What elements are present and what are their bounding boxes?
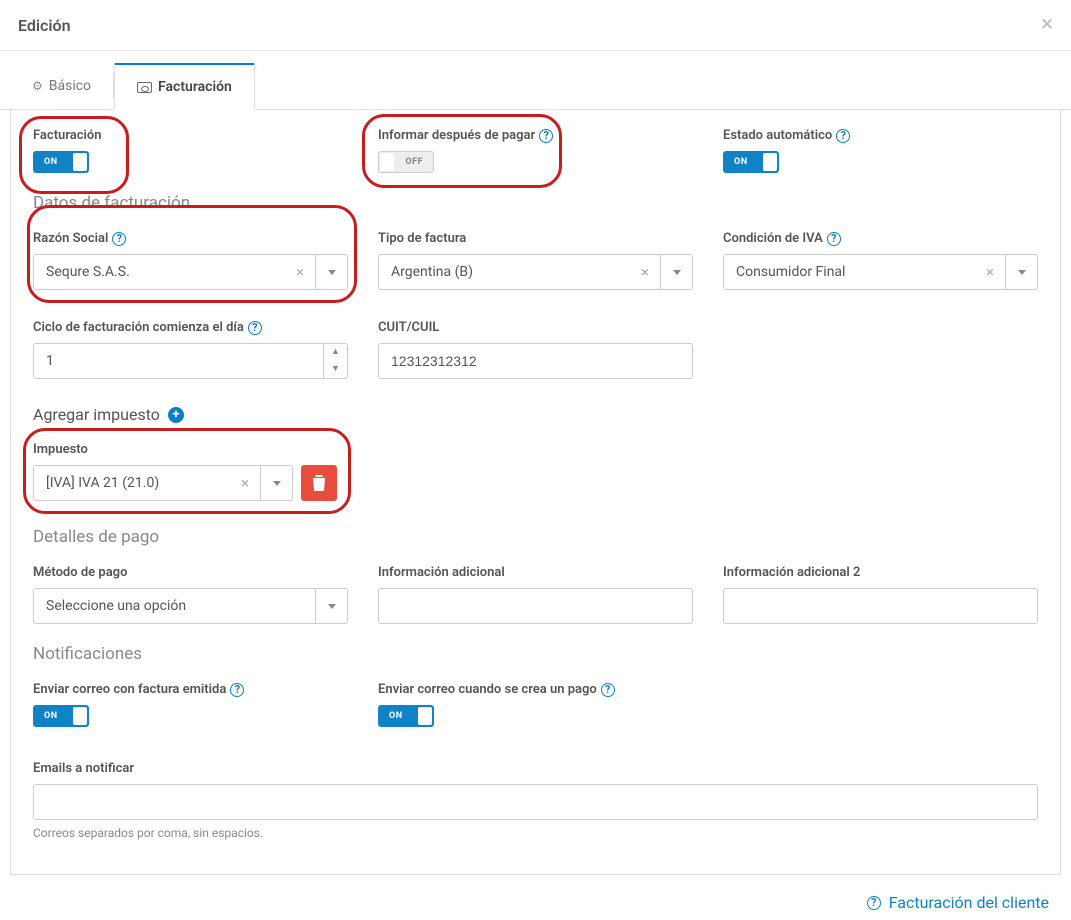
cond-iva-label-text: Condición de IVA — [723, 231, 823, 246]
inform-toggle-label: Informar después de pagar — [378, 128, 693, 143]
ciclo-label-text: Ciclo de facturación comienza el día — [33, 320, 244, 335]
ciclo-stepper[interactable]: 1 — [33, 343, 348, 379]
tab-billing[interactable]: Facturación — [114, 63, 255, 110]
tabs: Básico Facturación — [0, 63, 1071, 110]
chevron-down-icon[interactable] — [1005, 255, 1037, 289]
clear-icon[interactable]: × — [975, 263, 1005, 281]
chevron-down-icon[interactable] — [260, 466, 292, 500]
clear-icon[interactable]: × — [630, 263, 660, 281]
section-notifications: Notificaciones — [33, 644, 1038, 664]
info1-label: Información adicional — [378, 565, 693, 580]
help-icon[interactable] — [230, 683, 244, 697]
emails-label: Emails a notificar — [33, 761, 1038, 776]
plus-circle-icon[interactable] — [168, 407, 184, 423]
cond-iva-value: Consumidor Final — [724, 264, 975, 280]
chevron-down-icon[interactable] — [315, 255, 347, 289]
info1-input[interactable] — [378, 588, 693, 624]
impuesto-value: [IVA] IVA 21 (21.0) — [34, 475, 230, 491]
send-invoice-mail-label-text: Enviar correo con factura emitida — [33, 682, 226, 697]
help-icon[interactable] — [867, 896, 881, 910]
tab-basic-label: Básico — [49, 78, 91, 94]
auto-state-label: Estado automático — [723, 128, 1038, 143]
help-icon[interactable] — [827, 232, 841, 246]
trash-icon — [312, 475, 326, 491]
info2-input[interactable] — [723, 588, 1038, 624]
section-payment-details: Detalles de pago — [33, 527, 1038, 547]
emails-input[interactable] — [33, 784, 1038, 820]
tipo-factura-value: Argentina (B) — [379, 264, 630, 280]
auto-state-label-text: Estado automático — [723, 128, 832, 143]
clear-icon[interactable]: × — [230, 474, 260, 492]
send-invoice-mail-label: Enviar correo con factura emitida — [33, 682, 348, 697]
help-icon[interactable] — [248, 321, 262, 335]
help-icon[interactable] — [601, 683, 615, 697]
delete-tax-button[interactable] — [301, 465, 337, 501]
metodo-pago-select[interactable]: Seleccione una opción — [33, 588, 348, 624]
cond-iva-select[interactable]: Consumidor Final × — [723, 254, 1038, 290]
step-up-icon[interactable] — [324, 344, 347, 361]
section-billing-data: Datos de facturación — [33, 193, 1038, 213]
impuesto-label: Impuesto — [33, 442, 348, 457]
tab-billing-label: Facturación — [158, 79, 232, 95]
impuesto-select[interactable]: [IVA] IVA 21 (21.0) × — [33, 465, 293, 501]
clear-icon[interactable]: × — [285, 263, 315, 281]
inform-toggle[interactable]: OFF — [378, 151, 434, 173]
razon-social-label-text: Razón Social — [33, 231, 108, 246]
metodo-pago-placeholder: Seleccione una opción — [34, 598, 315, 614]
modal-title: Edición — [18, 16, 71, 35]
toggle-on-text: ON — [44, 711, 58, 721]
send-invoice-mail-toggle[interactable]: ON — [33, 705, 89, 727]
help-icon[interactable] — [112, 232, 126, 246]
info2-label: Información adicional 2 — [723, 565, 1038, 580]
inform-label-text: Informar después de pagar — [378, 128, 535, 143]
toggle-on-text: ON — [44, 157, 58, 167]
close-icon[interactable]: × — [1041, 14, 1053, 36]
toggle-on-text: ON — [734, 157, 748, 167]
emails-helper: Correos separados por coma, sin espacios… — [33, 826, 1038, 840]
help-icon[interactable] — [836, 129, 850, 143]
tab-content: Facturación ON Informar después de pagar… — [10, 110, 1061, 875]
razon-social-select[interactable]: Sequre S.A.S. × — [33, 254, 348, 290]
billing-toggle-label: Facturación — [33, 128, 348, 143]
cuit-input[interactable] — [378, 343, 693, 379]
auto-state-toggle[interactable]: ON — [723, 151, 779, 173]
razon-social-value: Sequre S.A.S. — [34, 264, 285, 280]
chevron-down-icon[interactable] — [315, 589, 347, 623]
cond-iva-label: Condición de IVA — [723, 231, 1038, 246]
tipo-factura-label: Tipo de factura — [378, 231, 693, 246]
step-down-icon[interactable] — [324, 361, 347, 378]
cuit-label: CUIT/CUIL — [378, 320, 693, 335]
tipo-factura-select[interactable]: Argentina (B) × — [378, 254, 693, 290]
toggle-off-text: OFF — [405, 157, 423, 167]
send-payment-mail-label-text: Enviar correo cuando se crea un pago — [378, 682, 597, 697]
ciclo-value: 1 — [34, 353, 323, 369]
tab-basic[interactable]: Básico — [10, 63, 113, 109]
billing-toggle[interactable]: ON — [33, 151, 89, 173]
metodo-pago-label: Método de pago — [33, 565, 348, 580]
chevron-down-icon[interactable] — [660, 255, 692, 289]
section-add-tax: Agregar impuesto — [33, 405, 1038, 424]
razon-social-label: Razón Social — [33, 231, 348, 246]
send-payment-mail-toggle[interactable]: ON — [378, 705, 434, 727]
add-tax-label: Agregar impuesto — [33, 405, 160, 424]
ciclo-label: Ciclo de facturación comienza el día — [33, 320, 348, 335]
send-payment-mail-label: Enviar correo cuando se crea un pago — [378, 682, 693, 697]
help-icon[interactable] — [539, 129, 553, 143]
card-icon — [137, 82, 152, 93]
gear-icon — [32, 78, 43, 94]
toggle-on-text: ON — [389, 711, 403, 721]
client-billing-link[interactable]: Facturación del cliente — [889, 893, 1049, 912]
